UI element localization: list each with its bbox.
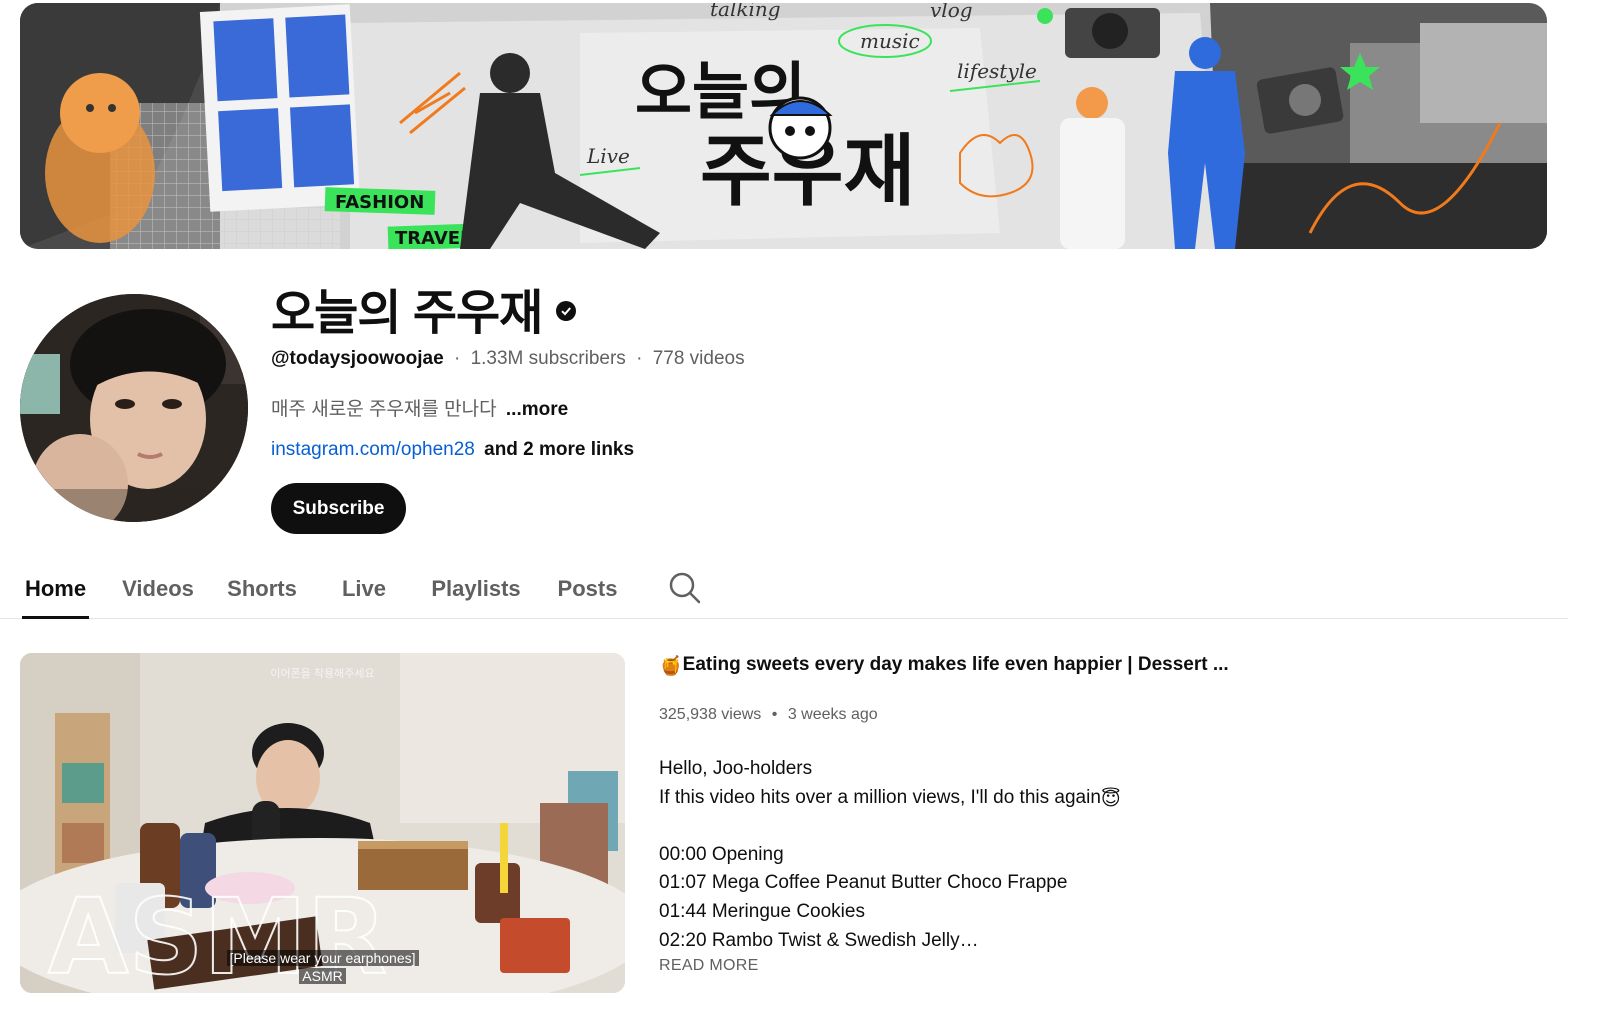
channel-handle: @todaysjoowoojae — [271, 348, 444, 369]
channel-links: instagram.com/ophen28 and 2 more links — [271, 439, 634, 461]
banner-art: FASHION TRAVEL 오늘의 주우재 talking vlog musi… — [20, 3, 1547, 249]
tab-home[interactable]: Home — [22, 560, 89, 619]
timestamp-line: 01:07 Mega Coffee Peanut Butter Choco Fr… — [659, 872, 1068, 894]
caption-text: ASMR — [299, 968, 346, 984]
description-line — [659, 812, 1121, 841]
description-line: If this video hits over a million views,… — [659, 784, 1121, 813]
banner-tag-live: Live — [586, 144, 630, 168]
verified-check-icon — [556, 301, 577, 321]
upload-age: 3 weeks ago — [787, 706, 878, 723]
banner-tag-vlog: vlog — [930, 3, 973, 22]
channel-tabs: Home Videos Shorts Live Playlists Posts — [0, 560, 1568, 619]
banner-tag-talking: talking — [710, 3, 781, 21]
read-more-button[interactable]: READ MORE — [659, 957, 759, 975]
thumbnail-caption-line2: ASMR — [20, 968, 625, 984]
tab-posts[interactable]: Posts — [556, 560, 619, 618]
description-line-text: If this video hits over a million views,… — [659, 786, 1101, 808]
view-count: 325,938 views — [659, 706, 762, 723]
angel-emoji: 😇 — [1100, 788, 1121, 810]
featured-video-thumbnail[interactable]: ASMR 이어폰을 착용해주세요 [Please wear your earph… — [20, 653, 625, 993]
description-line: Hello, Joo-holders — [659, 758, 813, 779]
banner-tag-music: music — [860, 29, 920, 53]
featured-video-title[interactable]: 🍯Eating sweets every day makes life even… — [659, 654, 1229, 678]
timestamp-line: 01:44 Meringue Cookies — [659, 900, 865, 922]
thumbnail-image: ASMR — [20, 653, 625, 993]
thumbnail-caption-line1: [Please wear your earphones] — [20, 950, 625, 966]
channel-avatar[interactable] — [20, 294, 248, 522]
channel-title-row: 오늘의 주우재 — [271, 278, 577, 340]
tab-videos[interactable]: Videos — [120, 560, 196, 618]
timestamp-line: 02:20 Rambo Twist & Swedish Jelly… — [659, 929, 979, 951]
instagram-link[interactable]: instagram.com/ophen28 — [271, 439, 475, 460]
more-links-button[interactable]: and 2 more links — [484, 439, 634, 460]
channel-description[interactable]: 매주 새로운 주우재를 만나다 ...more — [271, 394, 568, 421]
banner-tag-lifestyle: lifestyle — [957, 59, 1037, 83]
meta-separator: · — [453, 348, 461, 369]
featured-video-title-text: Eating sweets every day makes life even … — [682, 654, 1229, 675]
channel-meta: @todaysjoowoojae · 1.33M subscribers · 7… — [271, 348, 745, 370]
channel-name: 오늘의 주우재 — [271, 287, 543, 340]
subscriber-count: 1.33M subscribers — [470, 348, 626, 369]
meta-separator: · — [636, 348, 643, 369]
search-icon[interactable] — [668, 571, 702, 605]
banner-sticker-fashion: FASHION — [335, 192, 424, 213]
stats-separator: • — [771, 706, 778, 723]
tab-shorts[interactable]: Shorts — [226, 560, 298, 618]
featured-video-description: Hello, Joo-holders If this video hits ov… — [659, 755, 1121, 955]
channel-banner: FASHION TRAVEL 오늘의 주우재 talking vlog musi… — [20, 3, 1547, 249]
honey-pot-emoji: 🍯 — [659, 656, 683, 677]
subscribe-button[interactable]: Subscribe — [271, 483, 406, 534]
timestamp-line: 00:00 Opening — [659, 843, 784, 865]
thumbnail-top-caption: 이어폰을 착용해주세요 — [270, 668, 375, 680]
caption-text: [Please wear your earphones] — [226, 950, 419, 966]
featured-video-stats: 325,938 views • 3 weeks ago — [659, 706, 878, 724]
tab-playlists[interactable]: Playlists — [430, 560, 522, 618]
video-count: 778 videos — [652, 348, 745, 369]
avatar-image — [20, 294, 248, 522]
channel-description-text: 매주 새로운 주우재를 만나다 — [271, 399, 497, 420]
banner-sticker-travel: TRAVEL — [395, 228, 472, 249]
description-more-button[interactable]: ...more — [506, 399, 568, 420]
tab-live[interactable]: Live — [340, 560, 388, 618]
